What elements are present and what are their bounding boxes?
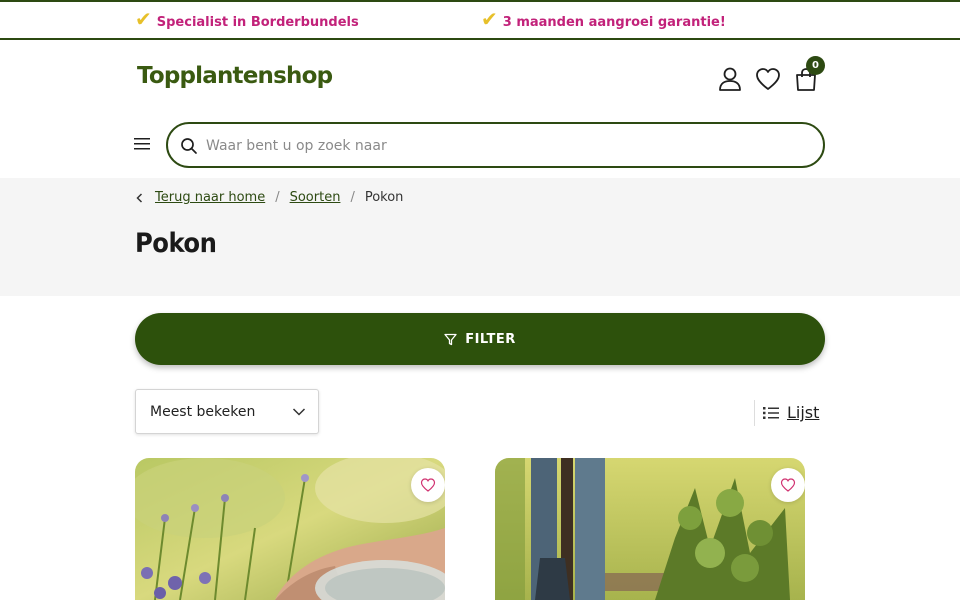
usp-item: ✔ Specialist in Borderbundels xyxy=(135,7,359,32)
sort-select[interactable]: Meest bekeken xyxy=(135,389,319,434)
breadcrumb: Terug naar home / Soorten / Pokon xyxy=(135,190,403,205)
product-image[interactable] xyxy=(135,458,445,600)
heart-icon[interactable] xyxy=(754,65,782,93)
breadcrumb-separator: / xyxy=(350,190,355,205)
favorite-button[interactable] xyxy=(411,468,445,502)
filter-label: FILTER xyxy=(465,331,516,347)
check-icon: ✔ xyxy=(135,7,152,31)
view-label: Lijst xyxy=(787,403,820,422)
list-icon xyxy=(763,406,779,419)
favorite-button[interactable] xyxy=(771,468,805,502)
search-bar xyxy=(166,122,825,168)
filter-button[interactable]: FILTER xyxy=(135,313,825,365)
site-header: Topplantenshop 0 xyxy=(0,40,960,178)
usp-text: Specialist in Borderbundels xyxy=(156,14,359,30)
breadcrumb-link-soorten[interactable]: Soorten xyxy=(290,190,341,205)
divider xyxy=(754,400,755,426)
product-image[interactable] xyxy=(495,458,805,600)
usp-item: ✔ 3 maanden aangroei garantie! xyxy=(481,7,726,32)
check-icon: ✔ xyxy=(481,7,498,31)
page-head: Terug naar home / Soorten / Pokon Pokon xyxy=(0,178,960,296)
usp-text: 3 maanden aangroei garantie! xyxy=(502,14,726,30)
search-input[interactable] xyxy=(206,134,806,158)
chevron-down-icon xyxy=(292,408,306,416)
chevron-left-icon[interactable] xyxy=(135,192,145,203)
user-icon[interactable] xyxy=(716,65,744,93)
sort-selected-value: Meest bekeken xyxy=(150,404,256,420)
breadcrumb-separator: / xyxy=(275,190,280,205)
breadcrumb-current: Pokon xyxy=(364,190,404,205)
funnel-icon xyxy=(444,333,457,345)
hamburger-icon[interactable] xyxy=(134,137,150,151)
page-title: Pokon xyxy=(135,228,217,259)
product-card[interactable] xyxy=(135,458,445,600)
logo[interactable]: Topplantenshop xyxy=(137,63,333,89)
product-card[interactable] xyxy=(495,458,805,600)
cart-count-badge: 0 xyxy=(806,56,825,75)
view-toggle-list[interactable]: Lijst xyxy=(763,403,819,422)
breadcrumb-link-home[interactable]: Terug naar home xyxy=(155,190,265,205)
search-icon[interactable] xyxy=(180,137,198,155)
heart-outline-icon xyxy=(780,478,796,492)
heart-outline-icon xyxy=(420,478,436,492)
usp-bar: ✔ Specialist in Borderbundels ✔ 3 maande… xyxy=(0,0,960,40)
